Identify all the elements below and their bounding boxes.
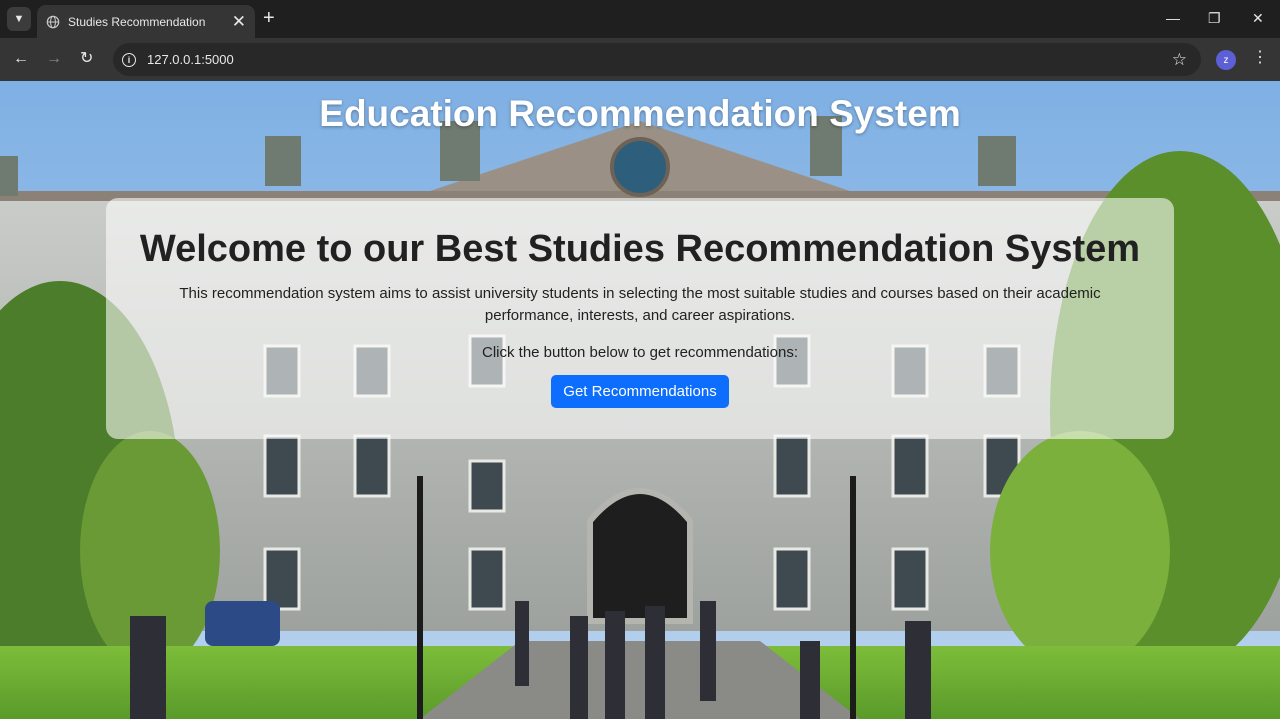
description-text: This recommendation system aims to assis… xyxy=(179,285,1101,324)
address-bar[interactable]: i 127.0.0.1:5000 ☆ xyxy=(113,43,1201,76)
get-recommendations-button[interactable]: Get Recommendations xyxy=(551,375,729,408)
welcome-heading: Welcome to our Best Studies Recommendati… xyxy=(139,228,1141,270)
page-viewport: Education Recommendation System Welcome … xyxy=(0,81,1280,719)
tab-title: Studies Recommendation xyxy=(68,14,206,29)
tab-close-icon[interactable]: ✕ xyxy=(232,13,246,30)
reload-icon[interactable]: ↻ xyxy=(80,50,93,68)
url-text[interactable]: 127.0.0.1:5000 xyxy=(147,52,1172,67)
chevron-down-icon: ▼ xyxy=(13,13,25,25)
new-tab-button[interactable]: + xyxy=(263,8,275,28)
kebab-menu-icon[interactable]: ⋮ xyxy=(1252,48,1268,68)
browser-toolbar: ← → ↻ i 127.0.0.1:5000 ☆ z ⋮ xyxy=(0,38,1280,81)
prompt-text: Click the button below to get recommenda… xyxy=(481,344,798,361)
window-close-button[interactable]: ✕ xyxy=(1252,9,1264,27)
forward-arrow-icon[interactable]: → xyxy=(46,50,62,68)
tab-studies-recommendation[interactable]: Studies Recommendation ✕ xyxy=(37,5,255,38)
page-title: Education Recommendation System xyxy=(319,93,961,134)
welcome-card: Welcome to our Best Studies Recommendati… xyxy=(106,198,1174,439)
minimize-button[interactable]: — xyxy=(1166,9,1180,27)
back-arrow-icon[interactable]: ← xyxy=(13,50,29,68)
profile-avatar[interactable]: z xyxy=(1216,50,1236,70)
restore-button[interactable]: ❐ xyxy=(1208,9,1221,27)
tab-search-button[interactable]: ▼ xyxy=(7,7,31,31)
globe-icon xyxy=(46,15,60,28)
info-icon[interactable]: i xyxy=(122,52,136,67)
star-icon[interactable]: ☆ xyxy=(1172,50,1187,70)
tab-bar: ▼ Studies Recommendation ✕ + — ❐ ✕ xyxy=(0,0,1280,38)
